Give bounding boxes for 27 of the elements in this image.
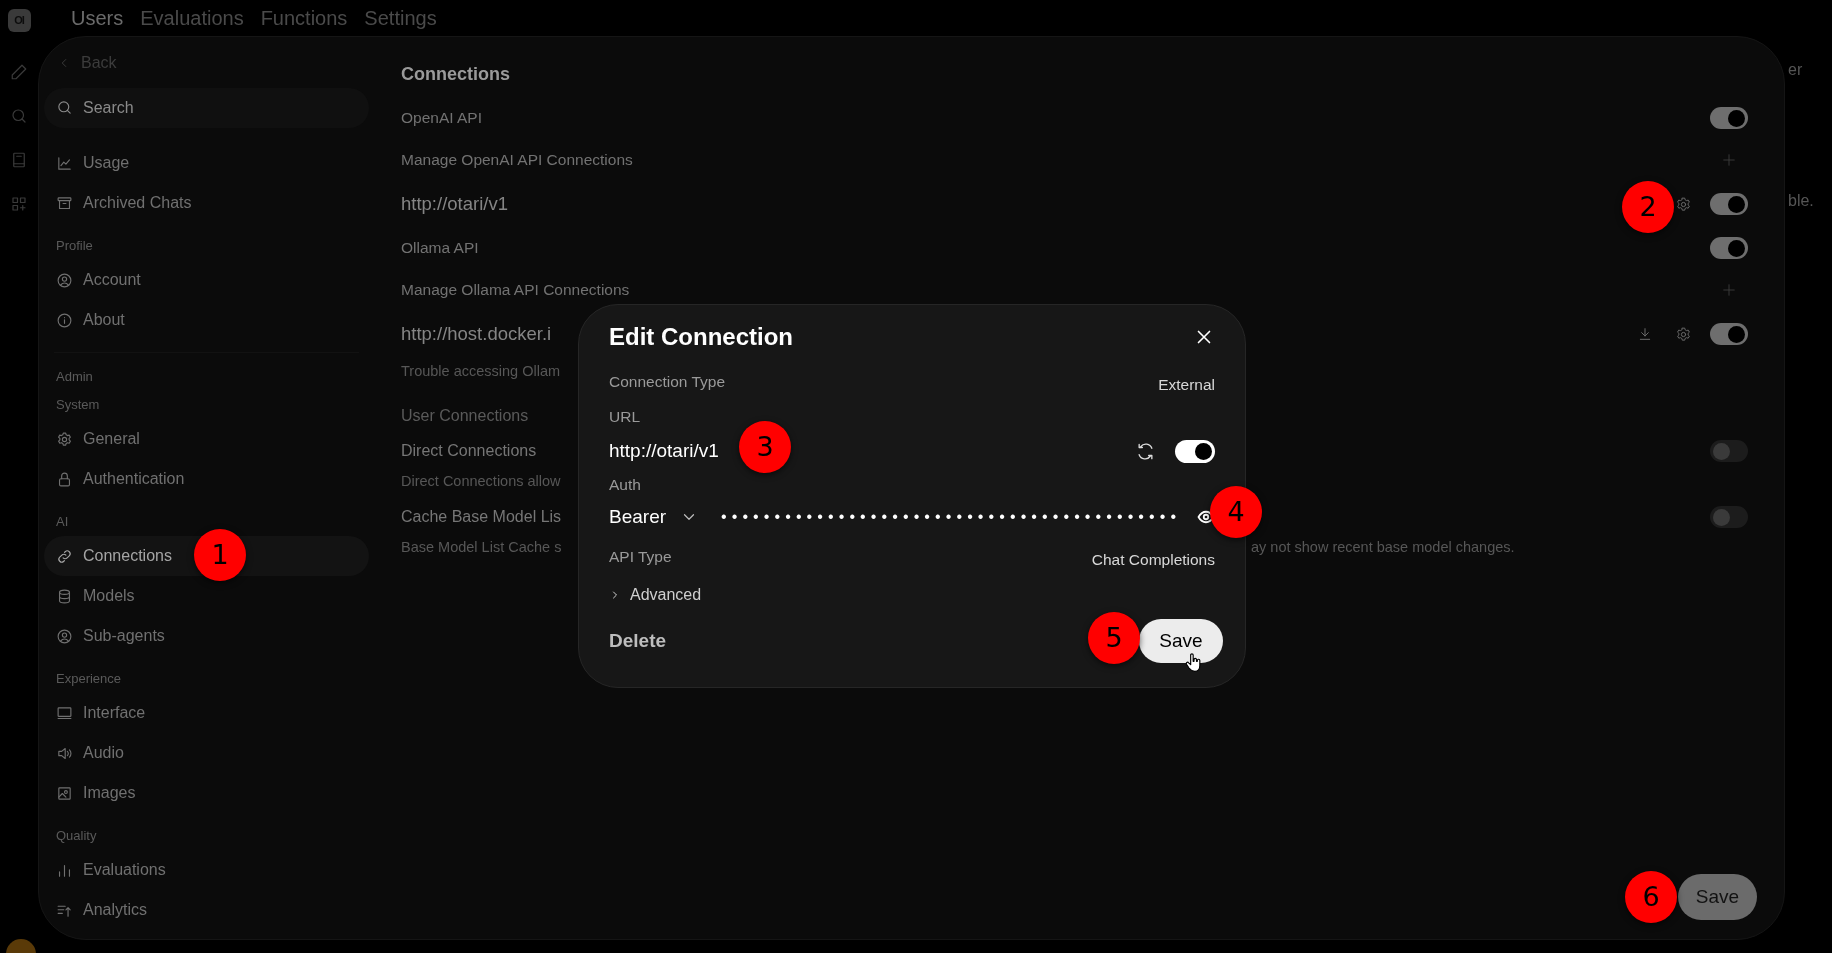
- section-label: AI: [55, 513, 70, 532]
- description-text: Trouble accessing Ollam: [401, 362, 561, 382]
- section-label: System: [55, 396, 101, 415]
- setting-label: Cache Base Model Lis: [401, 507, 562, 527]
- section-title: Connections: [401, 62, 511, 86]
- setting-label: Direct Connections: [401, 441, 537, 461]
- field-label: Auth: [609, 475, 642, 496]
- setting-label: Manage OpenAI API Connections: [401, 150, 633, 171]
- connection-url: http://host.docker.i: [401, 322, 552, 347]
- field-label: Connection Type: [609, 372, 726, 393]
- connection-url: http://otari/v1: [401, 192, 508, 217]
- field-label: URL: [609, 407, 641, 428]
- setting-label: Manage Ollama API Connections: [401, 280, 630, 301]
- section-label: Admin: [55, 368, 94, 387]
- section-title: User Connections: [401, 406, 529, 426]
- description-text: Base Model List Cache s: [401, 537, 562, 557]
- setting-label: Ollama API: [401, 238, 479, 259]
- field-label: API Type: [609, 547, 672, 568]
- description-text: ble.: [1788, 191, 1814, 211]
- section-label: Quality: [55, 827, 98, 846]
- section-label: Profile: [55, 237, 94, 256]
- dialog-title: Edit Connection: [609, 322, 793, 352]
- button-label: er: [1788, 60, 1803, 80]
- description-text: Direct Connections allow: [401, 471, 561, 491]
- section-label: Experience: [55, 670, 123, 689]
- setting-label: OpenAI API: [401, 108, 482, 129]
- description-text: ay not show recent base model changes.: [1251, 537, 1515, 557]
